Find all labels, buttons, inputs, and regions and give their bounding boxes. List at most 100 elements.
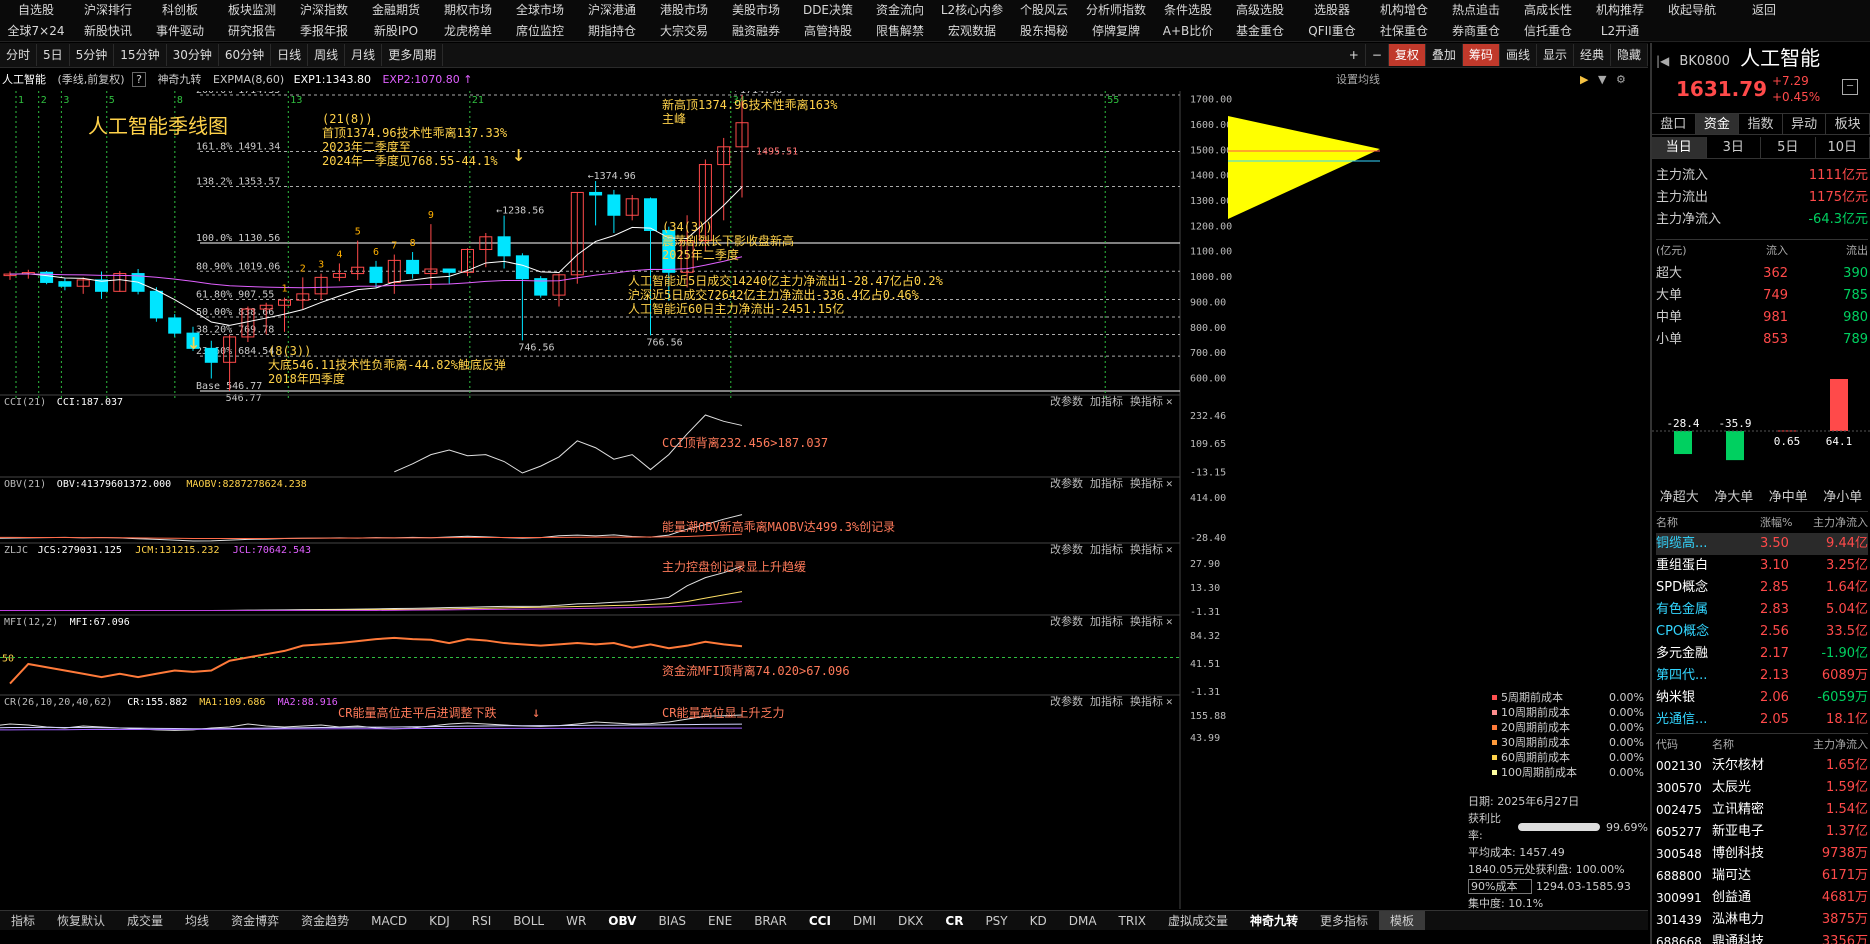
panel-add-button[interactable]: 加指标 <box>1090 394 1123 408</box>
chart-area[interactable]: 1700.00 1600.00 1500.00 1400.00 1300.00 1200.… <box>0 85 1648 910</box>
indicator-tab[interactable]: MACD <box>360 911 418 930</box>
menu-item[interactable]: 停牌复牌 <box>1080 21 1152 41</box>
toolbar-button[interactable]: 隐藏 <box>1611 44 1648 66</box>
panel-cci[interactable]: CCI(21) CCI:187.037 改参数 加指标 换指标 ✕ 232.46 109.65… <box>0 394 1226 478</box>
menu-item[interactable]: A+B比价 <box>1152 21 1224 41</box>
chart-svg[interactable]: 1700.001600.001500.001400.001300.001200.… <box>0 85 1648 909</box>
menu-item[interactable]: 高成长性 <box>1512 0 1584 20</box>
menu-item[interactable]: 个股风云 <box>1008 0 1080 20</box>
menu-item[interactable]: 新股快讯 <box>72 21 144 41</box>
panel-swap-button[interactable]: 换指标 <box>1130 614 1163 628</box>
set-ma-link[interactable]: 设置均线 <box>1336 69 1380 91</box>
indicator-tab[interactable]: ENE <box>697 911 743 930</box>
panel-adjust-button[interactable]: 改参数 <box>1050 394 1083 408</box>
sector-header-cell[interactable]: 涨幅% <box>1760 512 1792 534</box>
period-button[interactable]: 60分钟 <box>219 44 272 66</box>
indicator-tab[interactable]: BOLL <box>502 911 555 930</box>
period-button[interactable]: 更多周期 <box>382 44 444 66</box>
stock-name[interactable]: 人工智能 <box>2 73 46 86</box>
indicator-tab[interactable]: 恢复默认 <box>46 911 116 930</box>
close-icon[interactable]: ✕ <box>1166 695 1173 708</box>
menu-item[interactable]: 全球7×24 <box>0 21 72 41</box>
stock-row[interactable]: 300548 博创科技 9738万 <box>1656 843 1868 865</box>
pin-icon[interactable]: ▼ <box>1598 69 1606 91</box>
period-button[interactable]: 15分钟 <box>114 44 167 66</box>
indicator-name[interactable]: 神奇九转 <box>157 73 201 86</box>
indicator-tab[interactable]: WR <box>555 911 597 930</box>
stock-row[interactable]: 605277 新亚电子 1.37亿 <box>1656 821 1868 843</box>
menu-item[interactable]: 龙虎榜单 <box>432 21 504 41</box>
panel-zljc[interactable]: ZLJC JCS:279031.125 JCM:131215.232 JCL:7064… <box>0 542 1220 618</box>
menu-item[interactable]: 宏观数据 <box>936 21 1008 41</box>
menu-item[interactable]: 全球市场 <box>504 0 576 20</box>
period-tab[interactable]: 5日 <box>1761 137 1816 158</box>
panel-mfi[interactable]: MFI(12,2) MFI:67.096 改参数 加指标 换指标 ✕ 84.32 41.51 -… <box>0 614 1220 698</box>
panel-cr[interactable]: CR(26,10,20,40,62) CR:155.882 MA1:109.686 M… <box>0 694 1226 744</box>
indicator-tab[interactable]: CR <box>934 911 974 930</box>
menu-item[interactable]: 沪深港通 <box>576 0 648 20</box>
menu-item[interactable]: L2核心内参 <box>936 0 1008 20</box>
indicator-tab[interactable]: 更多指标 <box>1309 911 1379 930</box>
indicator-tab[interactable]: DKX <box>887 911 934 930</box>
menu-item[interactable]: 期权市场 <box>432 0 504 20</box>
menu-item[interactable]: 社保重仓 <box>1368 21 1440 41</box>
indicator-tab[interactable]: 资金博弈 <box>220 911 290 930</box>
cost-select[interactable]: 90%成本 <box>1468 879 1533 894</box>
toolbar-button[interactable]: 叠加 <box>1426 44 1463 66</box>
period-button[interactable]: 分时 <box>0 44 38 66</box>
menu-item[interactable]: 选股器 <box>1296 0 1368 20</box>
menu-item[interactable]: 融资融券 <box>720 21 792 41</box>
toolbar-button[interactable]: − <box>1366 44 1389 66</box>
menu-item[interactable]: 高管持股 <box>792 21 864 41</box>
sector-row[interactable]: 有色金属 2.83 5.04亿 <box>1656 599 1868 621</box>
indicator-tab[interactable]: KD <box>1019 911 1058 930</box>
toolbar-button[interactable]: 筹码 <box>1462 44 1500 66</box>
panel-add-button[interactable]: 加指标 <box>1090 542 1123 556</box>
menu-item[interactable]: 季报年报 <box>288 21 360 41</box>
sector-row[interactable]: 铜缆高... 3.50 9.44亿 <box>1656 533 1868 555</box>
toolbar-button[interactable]: 经典 <box>1574 44 1611 66</box>
collapse-icon[interactable]: |◀ <box>1656 54 1669 68</box>
indicator-tab[interactable]: RSI <box>461 911 503 930</box>
sector-row[interactable]: SPD概念 2.85 1.64亿 <box>1656 577 1868 599</box>
menu-item[interactable]: 金融期货 <box>360 0 432 20</box>
menu-item[interactable]: 新股IPO <box>360 21 432 41</box>
indicator-tab[interactable]: PSY <box>974 911 1018 930</box>
indicator-tab[interactable]: 资金趋势 <box>290 911 360 930</box>
menu-item[interactable]: 高级选股 <box>1224 0 1296 20</box>
indicator-tab[interactable]: 模板 <box>1379 911 1426 930</box>
toolbar-button[interactable]: 复权 <box>1388 44 1426 66</box>
stock-row[interactable]: 002130 沃尔核材 1.65亿 <box>1656 755 1868 777</box>
indicator-tab[interactable]: 虚拟成交量 <box>1157 911 1239 930</box>
menu-item[interactable]: 沪深排行 <box>72 0 144 20</box>
panel-tab[interactable]: 盘口 <box>1652 114 1696 134</box>
indicator-tab[interactable]: KDJ <box>418 911 461 930</box>
menu-item[interactable]: 机构推荐 <box>1584 0 1656 20</box>
panel-adjust-button[interactable]: 改参数 <box>1050 542 1083 556</box>
period-button[interactable]: 5日 <box>37 44 70 66</box>
close-icon[interactable]: ✕ <box>1166 543 1173 556</box>
indicator-tab[interactable]: CCI <box>798 911 842 930</box>
panel-tab[interactable]: 指数 <box>1739 114 1783 134</box>
panel-tab[interactable]: 板块 <box>1826 114 1870 134</box>
toolbar-button[interactable]: 显示 <box>1537 44 1574 66</box>
play-icon[interactable]: ▶ <box>1580 69 1588 91</box>
indicator-tab[interactable]: BRAR <box>743 911 798 930</box>
indicator-tab[interactable]: 成交量 <box>116 911 174 930</box>
menu-item[interactable]: 科创板 <box>144 0 216 20</box>
toolbar-button[interactable]: 画线 <box>1500 44 1537 66</box>
period-tab[interactable]: 当日 <box>1652 137 1707 158</box>
gear-icon[interactable]: ⚙ <box>1616 69 1626 91</box>
period-tab[interactable]: 10日 <box>1816 137 1870 158</box>
menu-item[interactable]: 股东揭秘 <box>1008 21 1080 41</box>
sector-header-cell[interactable]: 名称 <box>1656 512 1678 534</box>
stock-row[interactable]: 688800 瑞可达 6171万 <box>1656 865 1868 887</box>
menu-item[interactable]: 条件选股 <box>1152 0 1224 20</box>
menu-item[interactable]: 基金重仓 <box>1224 21 1296 41</box>
menu-item[interactable]: 研究报告 <box>216 21 288 41</box>
panel-swap-button[interactable]: 换指标 <box>1130 476 1163 490</box>
stock-row[interactable]: 002475 立讯精密 1.54亿 <box>1656 799 1868 821</box>
close-icon[interactable]: ✕ <box>1166 615 1173 628</box>
indicator-tab[interactable]: TRIX <box>1108 911 1157 930</box>
indicator-tab[interactable]: DMA <box>1058 911 1108 930</box>
